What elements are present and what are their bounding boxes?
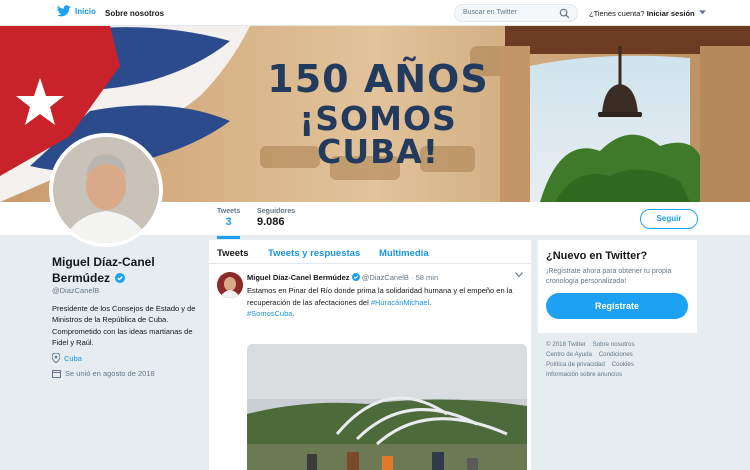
tweet-photo[interactable] <box>247 344 527 470</box>
tweet-timestamp[interactable]: 58 min <box>416 273 439 282</box>
profile-name: Miguel Díaz-Canel Bermúdez <box>52 255 155 286</box>
tweet[interactable]: Miguel Díaz-Canel Bermúdez @DiazCanelB ·… <box>209 264 531 470</box>
tab-tweets-count[interactable]: Tweets 3 <box>217 208 241 239</box>
banner-title: 150 AÑOS ¡SOMOS CUBA! <box>258 60 498 168</box>
profile-join-date: Se unió en agosto de 2018 <box>52 369 155 378</box>
tab-tweets-and-replies[interactable]: Tweets y respuestas <box>268 248 360 259</box>
chevron-down-icon[interactable] <box>698 10 706 15</box>
signup-button[interactable]: Regístrate <box>546 293 688 320</box>
follow-button[interactable]: Seguir <box>640 209 698 229</box>
nav-about-link[interactable]: Sobre nosotros <box>105 9 164 18</box>
hashtag-link[interactable]: #HuracánMichael <box>371 298 429 307</box>
tweet-photo-image <box>247 344 527 470</box>
tweet-author-handle[interactable]: @DiazCanelB <box>362 273 409 282</box>
twitter-bird-icon <box>57 5 71 17</box>
profile-avatar[interactable] <box>49 133 163 247</box>
profile-name-line-1: Miguel Díaz-Canel <box>52 255 155 269</box>
avatar-portrait <box>53 137 159 243</box>
footer-link-help[interactable]: Centro de Ayuda <box>546 351 592 358</box>
signup-heading: ¿Nuevo en Twitter? <box>546 250 648 262</box>
search-icon[interactable] <box>559 8 570 19</box>
tweet-text-punctuation: . <box>292 309 295 319</box>
signup-text: ¡Regístrate ahora para obtener tu propia… <box>546 268 672 286</box>
nav-home-link[interactable]: Inicio <box>57 5 96 17</box>
account-question: ¿Tienes cuenta? <box>589 9 645 18</box>
tweet-author-avatar[interactable] <box>217 272 243 298</box>
tab-tweets[interactable]: Tweets <box>217 248 249 259</box>
chevron-down-icon[interactable] <box>515 272 523 278</box>
tweet-author-name[interactable]: Miguel Díaz-Canel Bermúdez <box>247 273 350 282</box>
signup-module: ¿Nuevo en Twitter? ¡Regístrate ahora par… <box>538 240 697 333</box>
followers-count-value: 9.086 <box>257 216 285 228</box>
footer-link-terms[interactable]: Condiciones <box>599 351 633 358</box>
tab-media[interactable]: Multimedia <box>379 248 429 259</box>
timeline: Tweets Tweets y respuestas Multimedia Mi… <box>209 240 531 470</box>
profile-bio: Presidente de los Consejos de Estado y d… <box>52 304 196 347</box>
location-pin-icon <box>52 353 60 363</box>
profile-location-text: Cuba <box>64 353 82 363</box>
nav-home-label: Inicio <box>75 6 96 16</box>
timeline-tabs: Tweets Tweets y respuestas Multimedia <box>209 240 531 264</box>
tweet-text: Estamos en Pinar del Río donde prima la … <box>247 285 525 320</box>
footer-link-privacy[interactable]: Política de privacidad <box>546 361 605 368</box>
top-navigation-bar: Inicio Sobre nosotros Buscar en Twitter … <box>0 0 750 26</box>
footer-link-cookies[interactable]: Cookies <box>612 361 634 368</box>
footer-copyright: © 2018 Twitter <box>546 341 586 348</box>
search-placeholder: Buscar en Twitter <box>463 9 517 16</box>
profile-name-line-2: Bermúdez <box>52 270 111 285</box>
profile-join-text: Se unió en agosto de 2018 <box>65 369 155 378</box>
calendar-icon <box>52 370 61 378</box>
login-prompt: ¿Tienes cuenta? Iniciar sesión <box>589 9 706 18</box>
hashtag-link[interactable]: #SomosCuba <box>247 309 292 318</box>
footer-link-about[interactable]: Sobre nosotros <box>593 341 635 348</box>
tweet-header: Miguel Díaz-Canel Bermúdez @DiazCanelB ·… <box>247 273 438 282</box>
search-input[interactable]: Buscar en Twitter <box>454 4 578 22</box>
verified-badge-icon <box>351 273 360 281</box>
banner-line-2: ¡SOMOS CUBA! <box>299 99 457 171</box>
footer-link-ads[interactable]: Información sobre anuncios <box>546 371 622 378</box>
followers-count-label: Seguidores <box>257 208 296 215</box>
tweet-avatar-portrait <box>217 272 243 298</box>
tweets-count-label: Tweets <box>217 208 241 215</box>
tweet-separator: · <box>411 273 414 282</box>
tab-followers-count[interactable]: Seguidores 9.086 <box>257 208 295 228</box>
profile-location[interactable]: Cuba <box>52 353 82 363</box>
footer-links: © 2018 Twitter Sobre nosotros Centro de … <box>546 340 676 380</box>
tweets-count-value: 3 <box>225 216 232 228</box>
login-link[interactable]: Iniciar sesión <box>647 9 695 18</box>
tweet-text-punctuation: . <box>429 297 432 307</box>
verified-badge-icon <box>115 272 126 283</box>
banner-line-1: 150 AÑOS <box>267 57 489 101</box>
profile-handle[interactable]: @DiazCanelB <box>52 286 99 295</box>
